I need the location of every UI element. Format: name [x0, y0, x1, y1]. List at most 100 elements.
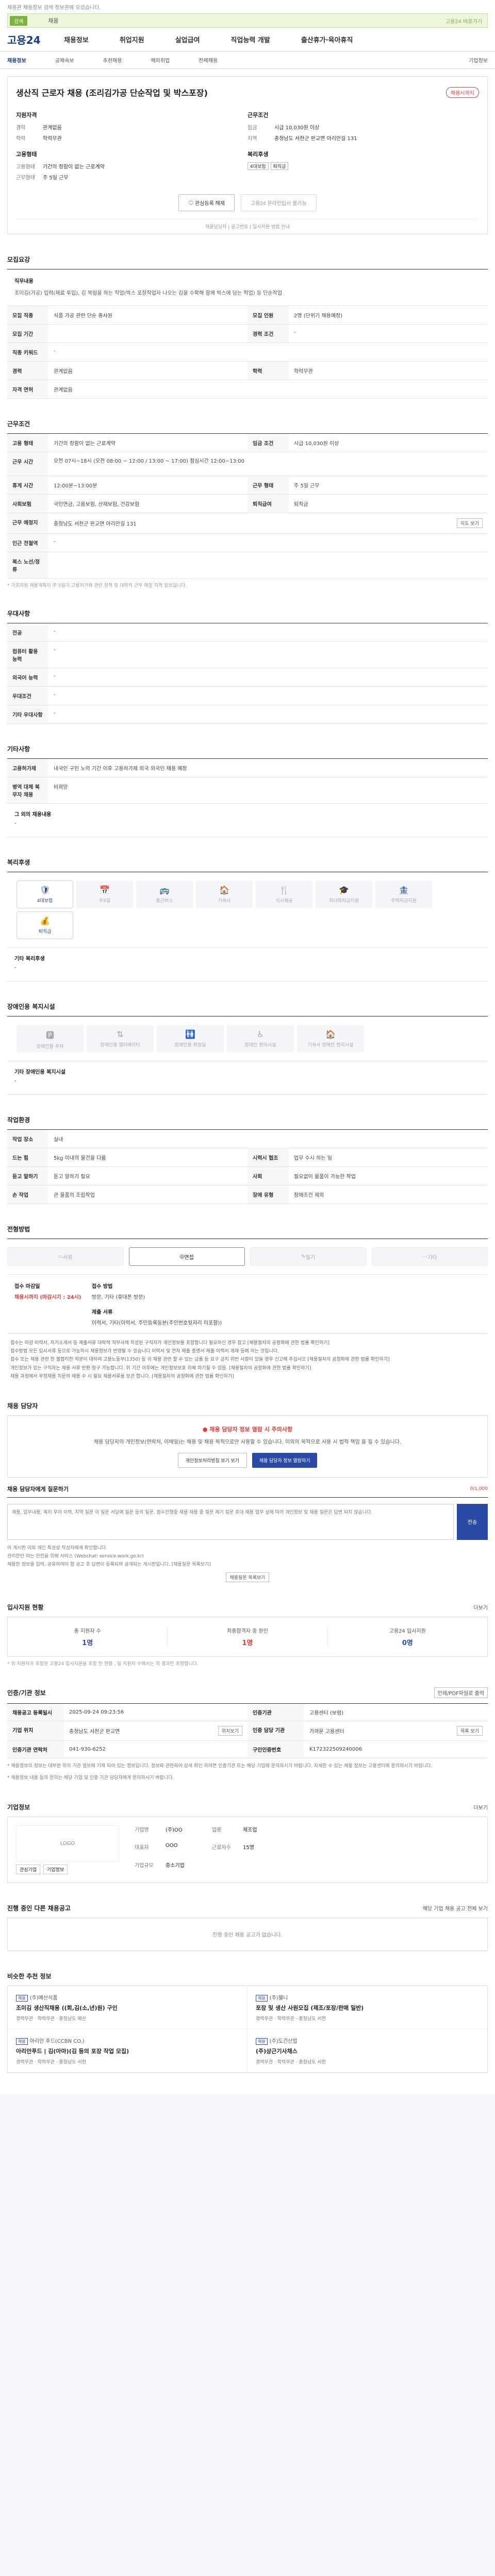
interest-button[interactable]: ♡ 관심등록 해제 — [178, 194, 235, 211]
grid-row: 모집 기간 경력 조건 - — [7, 325, 488, 343]
subnav-item[interactable]: 공채속보 — [55, 56, 74, 64]
apply-deadline-value: 채용시까지 (마감시기 : 24시) — [14, 1295, 81, 1300]
grid-row: 작업 장소 실내 — [7, 1130, 488, 1148]
welfare-tile-label: 자녀학자금지원 — [329, 899, 359, 904]
grid-key: 모집 기간 — [7, 325, 48, 343]
company-logo: LOGO — [16, 1825, 119, 1862]
company-more-link[interactable]: 더보기 — [473, 1803, 488, 1811]
recommend-title[interactable]: (주)상근기사채스 — [256, 2047, 479, 2055]
elevator-icon: ⇅ — [117, 1029, 124, 1039]
grid-value: - — [54, 348, 56, 354]
disability-tile: ♿ 장애인 편의시설 — [227, 1025, 294, 1053]
recommend-item[interactable]: 채용 (주)예산식품 조미김 생산직채용 ((회,김(소,년)원) 구인 경력무관… — [8, 1986, 248, 2030]
question-list-button[interactable]: 채용질문 목록보기 — [226, 1572, 269, 1582]
section-title: 우대사항 — [7, 610, 30, 617]
grid-value: - — [54, 673, 56, 679]
search-chip[interactable]: 검색 — [10, 15, 28, 26]
view-contact-button[interactable]: 채용 담당자 정보 열람하기 — [252, 1452, 318, 1468]
process-section: 전형방법 ▭ 서류 ◎ 면접 ✎ 필기 ⋯ 기타 접수 마감일 채용시까지 (마… — [7, 1225, 488, 1381]
recommend-title[interactable]: 아리안푸드 | 김(아마)(김 등의 포장 작업 모집) — [16, 2047, 239, 2055]
recommend-tag: 채용 — [256, 2038, 268, 2045]
warning-text: 채용 담당자의 개인정보(연락처, 이메일)는 채용 및 채용 목적으로만 사용… — [93, 1439, 402, 1445]
gnb-item[interactable]: 실업급여 — [175, 35, 200, 44]
section-title: 장애인용 복지시설 — [7, 1003, 55, 1010]
grid-value: 국민연금, 고용보험, 산재보험, 건강보험 — [54, 502, 140, 507]
grid-key: 근무 형태 — [248, 476, 289, 494]
section-title: 모집요강 — [7, 256, 30, 263]
recommend-company: (주)예산식품 — [29, 1995, 58, 2002]
welfare-tile-label: 4대보험 — [37, 899, 53, 904]
grid-key: 시력시 협조 — [248, 1148, 289, 1166]
duty-heading: 직무내용 — [14, 279, 34, 284]
recommend-title[interactable]: 포장 및 생산 사원모집 (제조/포장/판매 일반) — [256, 2004, 479, 2012]
apply-button[interactable]: 고용24 온라인입사 불가능 — [241, 194, 317, 211]
gnb-item[interactable]: 채용정보 — [64, 35, 89, 44]
welfare-etc: 기타 복리후생 - — [7, 948, 488, 981]
list-button[interactable]: 목록 보기 — [457, 1725, 483, 1736]
prefer-grid: 전공 - 컴퓨터 활용 능력 - 외국어 능력 - 우대조건 - 기타 우대사항 - — [7, 623, 488, 724]
dormitory-icon: 🏠 — [325, 1029, 336, 1039]
location-button[interactable]: 위치보기 — [218, 1725, 242, 1736]
gnb-item[interactable]: 직업능력 개발 — [231, 35, 270, 44]
disability-etc-heading: 기타 장애인용 복지시설 — [14, 1070, 65, 1075]
qa-section: 채용 담당자 ● 채용 담당자 정보 열람 시 주의사항 채용 담당자의 개인정… — [7, 1401, 488, 1582]
grid-key: 사회보험 — [7, 495, 48, 513]
stat-label: 최종합격자 중 원인 — [227, 1628, 268, 1634]
grid-value: 5kg 이내의 물건을 다룸 — [54, 1156, 106, 1161]
search-bar[interactable]: 검색 채용 고용24 바로가기 — [7, 13, 488, 28]
section-title: 기타사항 — [7, 745, 30, 753]
interest-button-label: 관심등록 해제 — [195, 201, 225, 207]
subnav-item[interactable]: 채용정보 — [7, 56, 26, 64]
gnb-item[interactable]: 취업지원 — [120, 35, 144, 44]
money-icon: 💰 — [40, 916, 50, 926]
recommend-item[interactable]: 채용 아리안 푸드(CCBN CO.) 아리안푸드 | 김(아마)(김 등의 포장… — [8, 2029, 248, 2073]
question-submit-button[interactable]: 전송 — [457, 1503, 488, 1540]
question-input[interactable] — [7, 1503, 454, 1540]
other-etc-value: - — [14, 821, 16, 826]
subnav-item[interactable]: 추천채용 — [103, 56, 122, 64]
stat-item: 총 지원자 수 1명 — [8, 1626, 168, 1647]
subnav-item[interactable]: 해외취업 — [151, 56, 170, 64]
company-card: LOGO 관심기업 기업정보 기업명 (주)OO 업종 제조업 대표자 OOO 근로자… — [7, 1817, 488, 1884]
process-step: ◎ 면접 — [128, 1247, 245, 1266]
company-interest-button[interactable]: 관심기업 — [16, 1865, 41, 1875]
apply-docs-heading: 제출 서류 — [92, 1310, 113, 1315]
process-step-label: 기타 — [427, 1255, 437, 1261]
info-value: 2025-09-24 09:23:56 — [69, 1709, 124, 1715]
conditions-section: 근무조건 고용 형태 기간의 정함이 없는 근로계약 임금 조건 시급 10,030… — [7, 419, 488, 588]
disability-section: 장애인용 복지시설 🅿 장애인용 주차 ⇅ 장애인용 엘리베이터 🚻 장애인용 화장실… — [7, 1002, 488, 1095]
print-button[interactable]: 인쇄/PDF파일로 출력 — [434, 1687, 488, 1698]
info-cell: 구인인증번호 K172322509240006 — [248, 1740, 488, 1758]
bullet-item: 관리한만 하는 안전을 위해 서비스 (Webchat: service.wor… — [7, 1554, 144, 1560]
welfare-tile-label: 통근버스 — [156, 899, 173, 904]
search-text[interactable]: 채용 — [48, 16, 445, 25]
welfare-etc-heading: 기타 복리후생 — [14, 956, 45, 962]
recommend-section: 비슷한 추천 정보 채용 (주)예산식품 조미김 생산직채용 ((회,김(소,년)… — [7, 1972, 488, 2074]
privacy-policy-button[interactable]: 개인정보처리방침 보기 보기 — [177, 1452, 247, 1468]
grid-key: 기타 우대사항 — [7, 705, 48, 723]
other-jobs-more-link[interactable]: 해당 기업 채용 공고 전체 보기 — [423, 1904, 488, 1912]
recommend-item[interactable]: 채용 (주)웰니 포장 및 생산 사원모집 (제조/포장/판매 일반) 경력무관 … — [248, 1986, 487, 2030]
gnb-item[interactable]: 출산휴가·육아휴직 — [301, 35, 353, 44]
map-button[interactable]: 지도 보기 — [457, 518, 483, 528]
recommend-title[interactable]: 조미김 생산직채용 ((회,김(소,년)원) 구인 — [16, 2004, 239, 2012]
conditions-grid: 고용 형태 기간의 정함이 없는 근로계약 임금 조건 시급 10,030원 이상 … — [7, 433, 488, 579]
grid-key: 근무 예정지 — [7, 513, 48, 533]
company-location: 충청남도 서천군 판교면 — [69, 1728, 120, 1735]
recommend-meta: 경력무관 · 학력무관 · 충청남도 서천 — [256, 2060, 326, 2065]
info-grid: 채용공고 등록일시 2025-09-24 09:23:56 인증기관 고용센터 (보… — [7, 1703, 488, 1758]
welfare-tiles: 🛡 4대보험 📅 주5일 🚌 통근버스 🏠 기숙사 🍴 식사제공 🎓 자녀학자금지원 🏦 주택… — [7, 872, 488, 948]
recommend-item[interactable]: 채용 (주)도건산업 (주)상근기사채스 경력무관 · 학력무관 · 충청남도 서… — [248, 2029, 487, 2073]
search-right-link[interactable]: 고용24 바로가기 — [446, 17, 482, 25]
grid-value: - — [54, 692, 56, 698]
disability-tiles: 🅿 장애인용 주차 ⇅ 장애인용 엘리베이터 🚻 장애인용 화장실 ♿ 장애인 편의시설… — [7, 1016, 488, 1061]
summary-key: 지역 — [248, 136, 257, 142]
logo[interactable]: 고용24 — [7, 32, 64, 47]
applicant-more-link[interactable]: 더보기 — [473, 1603, 488, 1611]
company-info-button[interactable]: 기업정보 — [43, 1865, 68, 1875]
disability-etc-value: - — [14, 1078, 16, 1084]
subnav-item[interactable]: 기업정보 — [469, 56, 488, 64]
subnav-item[interactable]: 전체채용 — [199, 56, 218, 64]
grid-row: 인근 전철역 - — [7, 534, 488, 552]
disability-tile: 🅿 장애인용 주차 — [16, 1025, 84, 1053]
